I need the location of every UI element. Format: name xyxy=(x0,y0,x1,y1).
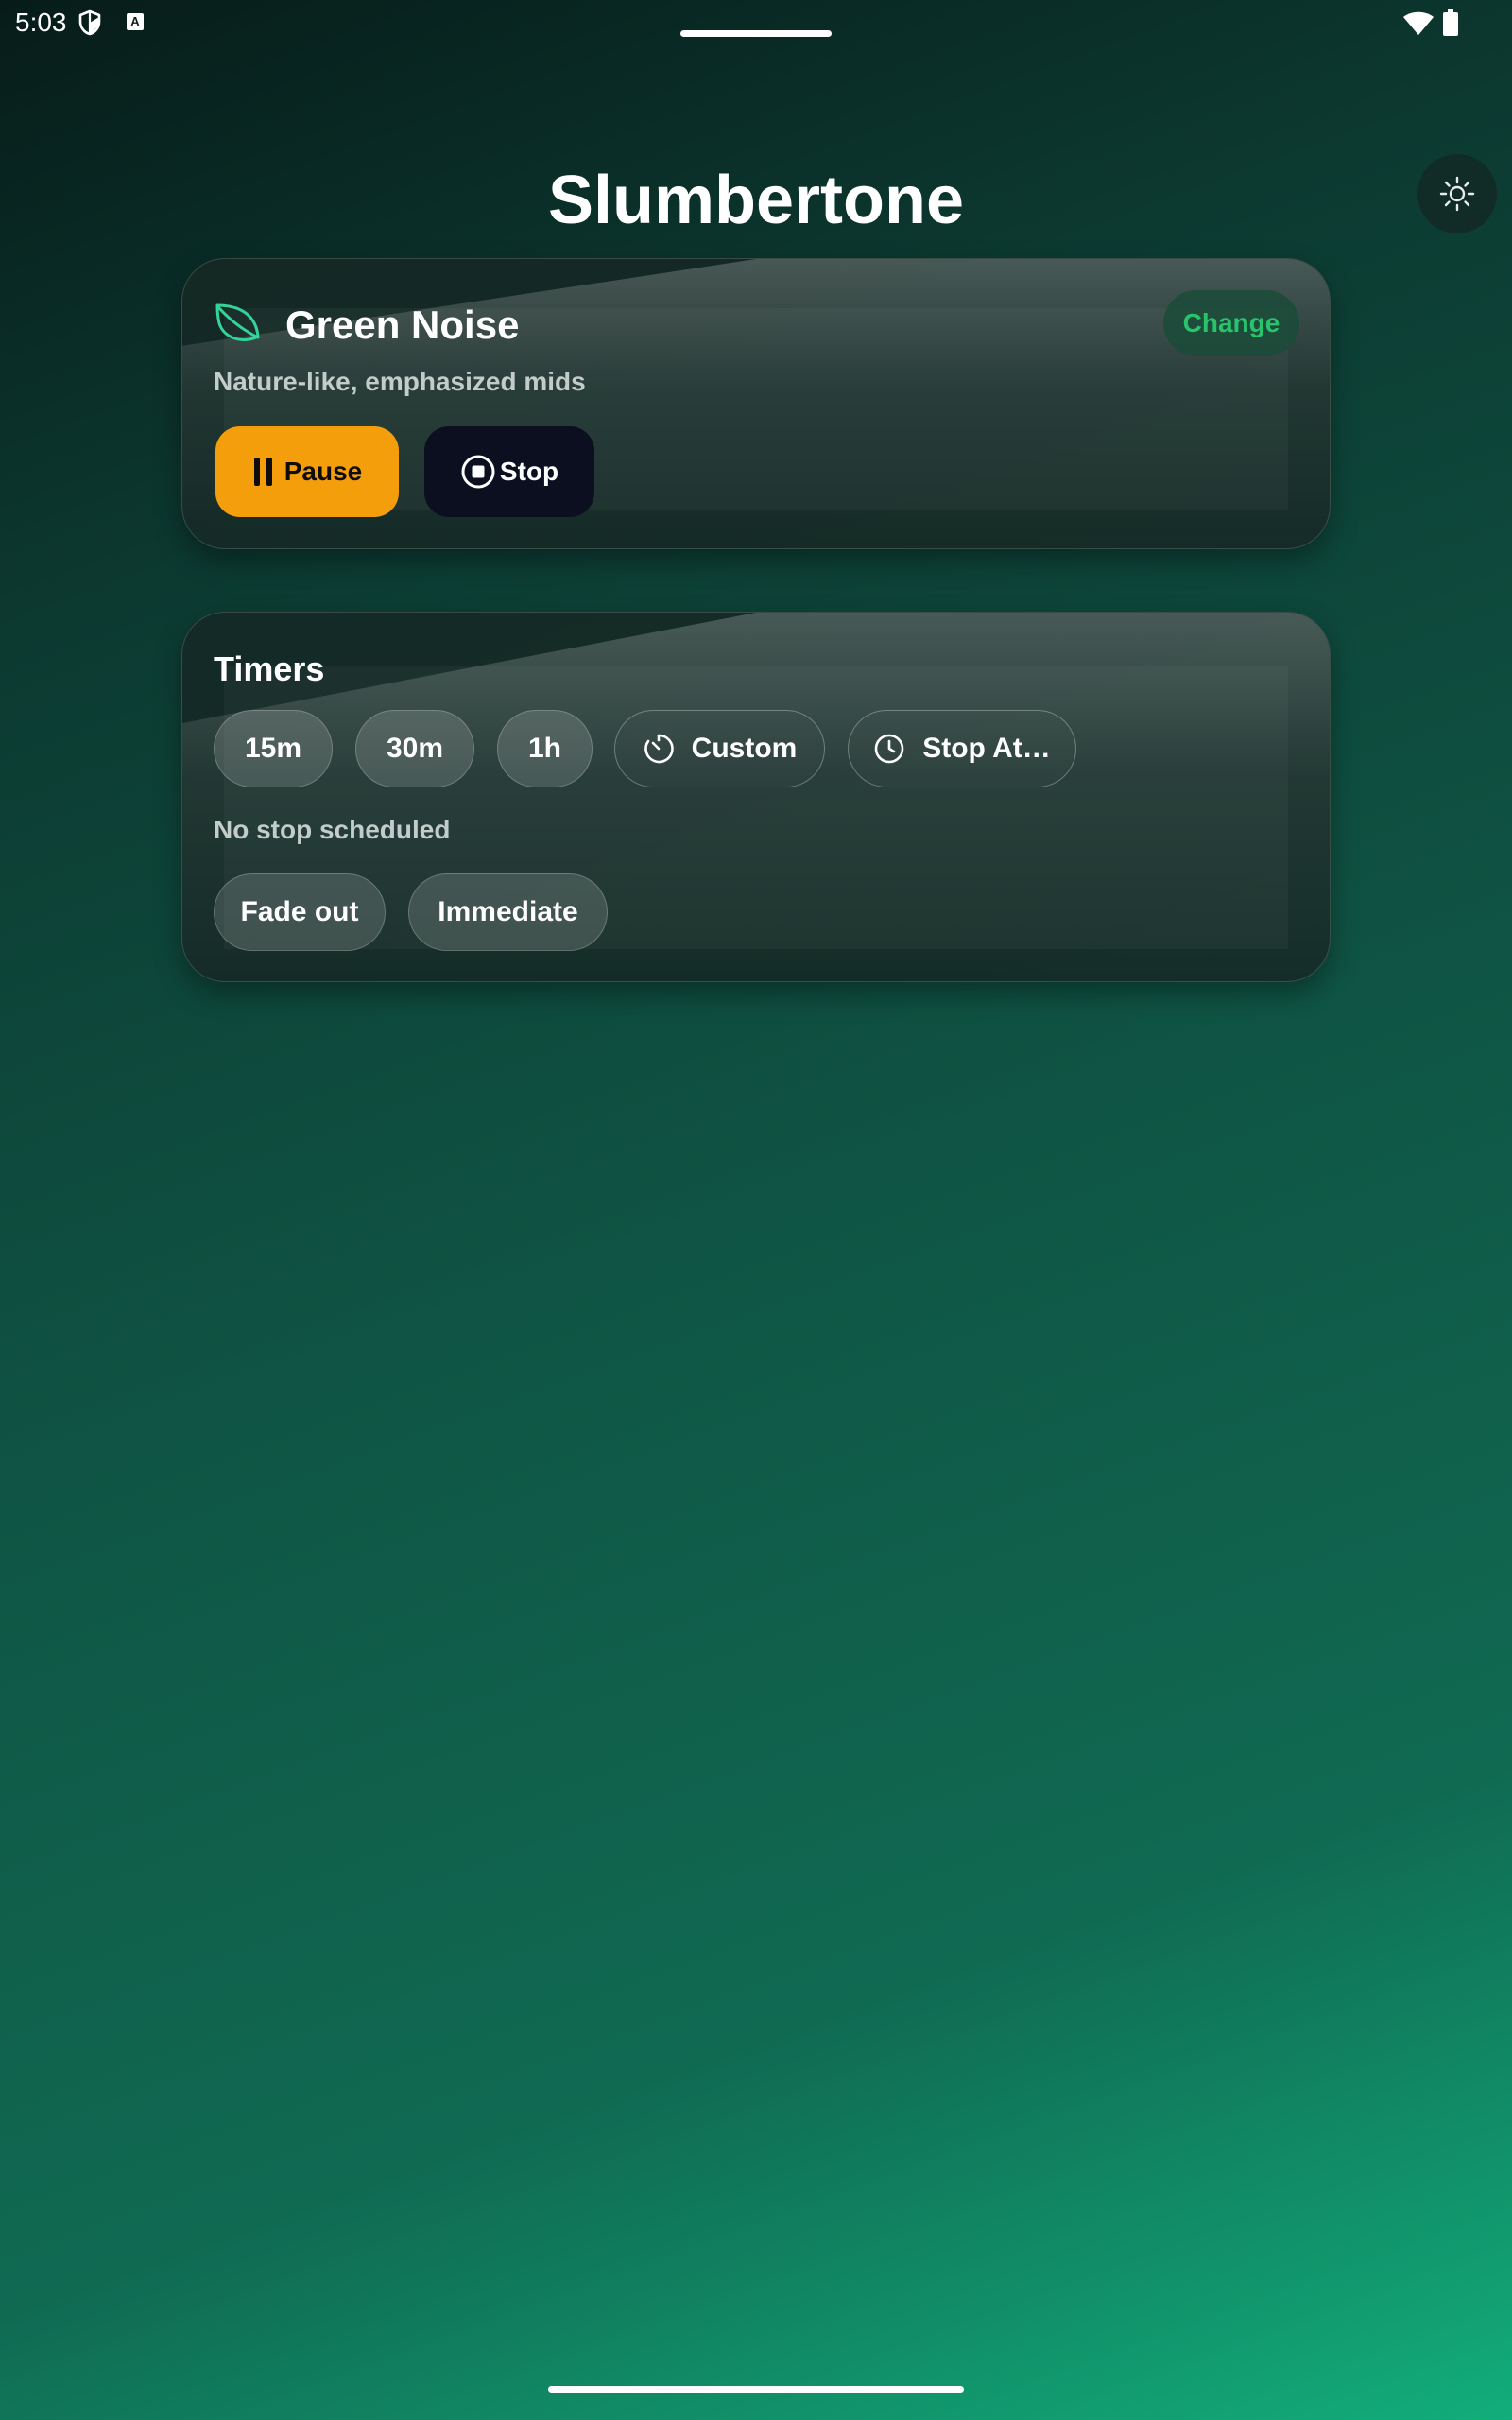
leaf-icon xyxy=(215,303,260,341)
fade-out-button[interactable]: Fade out xyxy=(214,873,386,951)
timers-card: Timers 15m 30m 1h Custom Stop At… No sto… xyxy=(181,612,1331,982)
sun-icon xyxy=(1439,176,1475,212)
shield-icon xyxy=(78,9,101,36)
timers-title: Timers xyxy=(214,649,325,688)
app-title: Slumbertone xyxy=(547,163,965,238)
pause-label: Pause xyxy=(284,457,363,486)
stop-circle-icon xyxy=(461,455,495,489)
now-playing-card: Green Noise Change Nature-like, emphasiz… xyxy=(181,258,1331,549)
status-bar: 5:03 A xyxy=(0,0,1512,49)
pause-icon xyxy=(253,458,272,486)
stop-label: Stop xyxy=(499,457,559,486)
timer-preset-1h[interactable]: 1h xyxy=(497,710,593,787)
top-drag-handle[interactable] xyxy=(680,30,832,37)
home-indicator[interactable] xyxy=(548,2386,964,2393)
stop-button[interactable]: Stop xyxy=(424,426,594,517)
timer-preset-15m[interactable]: 15m xyxy=(214,710,333,787)
a-notification-icon: A xyxy=(127,13,144,30)
sound-description: Nature-like, emphasized mids xyxy=(214,367,586,396)
wifi-icon xyxy=(1403,11,1434,35)
custom-timer-label: Custom xyxy=(691,733,798,764)
status-time: 5:03 xyxy=(15,8,67,37)
stop-at-button[interactable]: Stop At… xyxy=(848,710,1076,787)
theme-toggle-button[interactable] xyxy=(1418,154,1497,233)
timer-status: No stop scheduled xyxy=(214,815,451,844)
timer-icon xyxy=(644,734,674,764)
clock-icon xyxy=(874,734,904,764)
change-sound-button[interactable]: Change xyxy=(1163,290,1299,356)
sound-name: Green Noise xyxy=(285,302,520,347)
custom-timer-button[interactable]: Custom xyxy=(614,710,825,787)
immediate-button[interactable]: Immediate xyxy=(408,873,608,951)
timer-preset-30m[interactable]: 30m xyxy=(355,710,474,787)
battery-icon xyxy=(1443,9,1458,36)
pause-button[interactable]: Pause xyxy=(215,426,399,517)
stop-at-label: Stop At… xyxy=(922,733,1051,764)
